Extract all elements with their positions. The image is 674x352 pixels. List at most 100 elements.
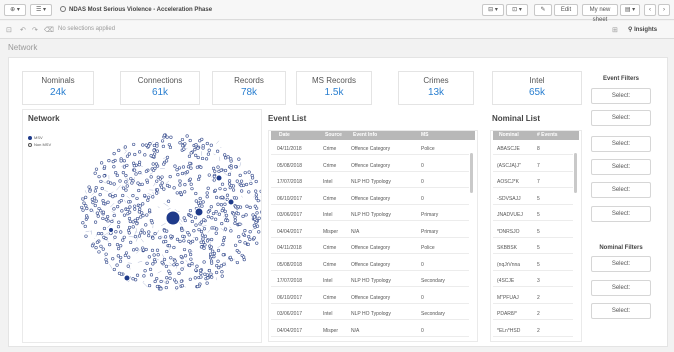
network-node[interactable] (207, 268, 212, 273)
network-node[interactable] (94, 167, 99, 171)
network-node[interactable] (205, 191, 209, 195)
network-node[interactable] (132, 168, 137, 172)
network-node[interactable] (202, 260, 206, 264)
network-node[interactable] (121, 186, 126, 190)
network-node[interactable] (189, 151, 193, 155)
network-node[interactable] (205, 195, 209, 199)
network-node[interactable] (172, 263, 176, 267)
network-node[interactable] (243, 171, 247, 175)
network-node[interactable] (169, 256, 173, 260)
network-node[interactable] (198, 200, 203, 204)
kpi-crimes[interactable]: Crimes 13k (398, 71, 474, 105)
network-node[interactable] (162, 257, 167, 262)
network-node[interactable] (116, 205, 120, 209)
network-node[interactable] (124, 188, 128, 192)
network-node[interactable] (229, 184, 234, 188)
network-node[interactable] (100, 232, 104, 236)
network-node[interactable] (159, 185, 164, 189)
network-node[interactable] (81, 208, 85, 212)
network-node[interactable] (125, 184, 129, 188)
network-node[interactable] (148, 142, 152, 146)
network-node[interactable] (216, 202, 220, 206)
network-node[interactable] (143, 193, 147, 198)
network-hub-node[interactable] (194, 207, 204, 217)
nominal-filter-select[interactable]: Select: (591, 280, 651, 296)
network-node[interactable] (209, 143, 213, 147)
network-node[interactable] (238, 173, 242, 177)
pencil-icon[interactable]: ✎ (534, 4, 552, 16)
network-node[interactable] (188, 138, 192, 143)
network-node[interactable] (244, 182, 249, 187)
network-node[interactable] (155, 191, 159, 195)
network-node[interactable] (188, 161, 192, 166)
network-node[interactable] (210, 275, 214, 279)
network-node[interactable] (180, 171, 185, 176)
network-node[interactable] (119, 230, 123, 234)
network-node[interactable] (252, 223, 256, 228)
network-node[interactable] (94, 186, 98, 190)
network-node[interactable] (228, 255, 232, 260)
network-node[interactable] (197, 228, 201, 232)
network-node[interactable] (133, 218, 137, 223)
column-header[interactable]: Event Info (353, 132, 377, 138)
network-node[interactable] (160, 175, 164, 179)
network-node[interactable] (160, 181, 164, 185)
table-row[interactable]: 05/08/2018 Crime Offence Category 0 (271, 160, 469, 172)
network-node[interactable] (141, 202, 145, 206)
network-node[interactable] (122, 235, 126, 239)
column-header[interactable]: Date (279, 132, 290, 138)
network-node[interactable] (97, 231, 101, 236)
network-node[interactable] (125, 154, 130, 158)
network-node[interactable] (254, 196, 259, 200)
network-node[interactable] (107, 159, 111, 163)
network-node[interactable] (112, 165, 116, 169)
network-node[interactable] (175, 191, 179, 195)
network-node[interactable] (216, 149, 220, 153)
network-node[interactable] (164, 239, 168, 244)
network-node[interactable] (198, 196, 202, 201)
network-node[interactable] (176, 173, 180, 177)
network-node[interactable] (139, 231, 143, 235)
network-node[interactable] (85, 206, 89, 211)
network-node[interactable] (188, 208, 193, 213)
network-node[interactable] (145, 261, 149, 265)
network-node[interactable] (152, 143, 156, 148)
network-node[interactable] (152, 168, 156, 172)
network-node[interactable] (218, 187, 222, 191)
network-node[interactable] (158, 236, 162, 240)
network-node[interactable] (177, 166, 182, 170)
network-node[interactable] (160, 260, 164, 264)
network-node[interactable] (259, 210, 264, 214)
network-node[interactable] (224, 213, 229, 217)
network-node[interactable] (255, 211, 259, 215)
network-node[interactable] (182, 216, 186, 220)
network-node[interactable] (135, 247, 139, 251)
network-node[interactable] (194, 143, 198, 147)
network-node[interactable] (111, 160, 115, 164)
network-node[interactable] (135, 273, 140, 277)
network-node[interactable] (81, 221, 85, 225)
network-node[interactable] (181, 144, 185, 148)
network-node[interactable] (197, 177, 201, 181)
bookmark-button[interactable]: ⊟ ▾ (482, 4, 504, 16)
network-node[interactable] (180, 228, 184, 233)
network-node[interactable] (190, 219, 194, 224)
network-node[interactable] (147, 255, 151, 259)
network-node[interactable] (155, 248, 160, 252)
network-node[interactable] (206, 186, 210, 190)
network-node[interactable] (150, 221, 154, 225)
network-node[interactable] (240, 189, 244, 193)
network-node[interactable] (98, 193, 102, 197)
network-node[interactable] (128, 210, 132, 214)
network-node[interactable] (206, 152, 211, 156)
network-node[interactable] (84, 234, 88, 238)
table-row[interactable]: JNADVUEJ 5 (493, 209, 573, 221)
network-node[interactable] (112, 152, 116, 156)
kpi-records[interactable]: Records 78k (212, 71, 286, 105)
network-node[interactable] (201, 144, 205, 148)
network-node[interactable] (255, 241, 259, 245)
network-node[interactable] (220, 195, 224, 199)
column-header[interactable]: MS (421, 132, 429, 138)
network-node[interactable] (190, 187, 194, 191)
network-node[interactable] (145, 178, 149, 182)
